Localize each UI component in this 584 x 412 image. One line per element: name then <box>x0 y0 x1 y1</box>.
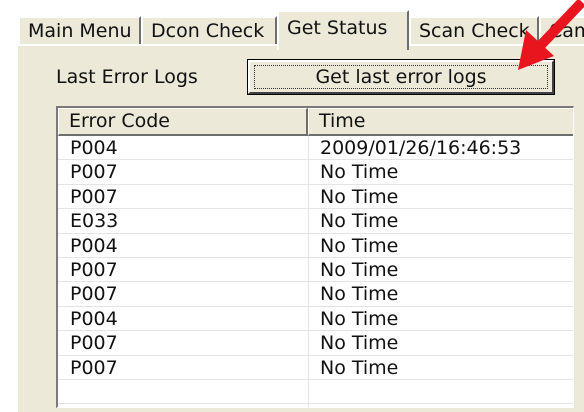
column-header-time[interactable]: Time <box>308 108 573 136</box>
tab-get-status[interactable]: Get Status <box>277 10 409 50</box>
table-row[interactable]: P007 No Time <box>58 258 573 283</box>
red-arrow-icon <box>518 0 584 70</box>
table-row[interactable]: P007 No Time <box>58 356 573 380</box>
time-cell: No Time <box>320 210 399 233</box>
table-row[interactable]: P007 No Time <box>58 331 573 356</box>
time-cell: No Time <box>320 185 399 208</box>
error-code-cell: P007 <box>70 161 118 184</box>
error-code-cell: P007 <box>70 185 118 208</box>
time-cell: No Time <box>320 161 399 184</box>
time-cell: No Time <box>320 332 399 355</box>
table-row[interactable]: P007 No Time <box>58 160 573 185</box>
column-header-error-code[interactable]: Error Code <box>58 108 308 136</box>
time-cell: No Time <box>320 283 399 306</box>
error-code-cell: P007 <box>70 332 118 355</box>
tab-dcon-check[interactable]: Dcon Check <box>141 16 277 46</box>
table-row-empty <box>58 380 573 405</box>
table-row[interactable]: E033 No Time <box>58 209 573 234</box>
table-row[interactable]: P007 No Time <box>58 282 573 307</box>
tab-main-menu[interactable]: Main Menu <box>18 16 141 46</box>
error-code-cell: P004 <box>70 137 118 159</box>
table-row[interactable]: P007 No Time <box>58 185 573 210</box>
error-code-cell: P007 <box>70 258 118 281</box>
time-cell: No Time <box>320 234 399 257</box>
status-window: Main Menu Dcon Check Get Status Scan Che… <box>0 0 584 412</box>
error-code-cell: P007 <box>70 283 118 306</box>
get-status-panel: Last Error Logs Get last error logs Erro… <box>16 44 584 412</box>
table-body: P004 2009/01/26/16:46:53 P007 No Time P007 No… <box>58 136 573 405</box>
time-cell: No Time <box>320 258 399 281</box>
table-row[interactable]: P004 No Time <box>58 234 573 258</box>
error-code-cell: P004 <box>70 234 118 257</box>
time-cell: No Time <box>320 307 399 330</box>
table-row[interactable]: P004 2009/01/26/16:46:53 <box>58 136 573 161</box>
time-cell: 2009/01/26/16:46:53 <box>320 137 522 159</box>
table-header: Error Code Time <box>58 108 573 136</box>
error-code-cell: E033 <box>70 210 119 233</box>
table-row[interactable]: P004 No Time <box>58 307 573 332</box>
error-log-table[interactable]: Error Code Time P004 2009/01/26/16:46:53 P… <box>56 106 574 408</box>
last-error-logs-label: Last Error Logs <box>56 66 198 88</box>
error-code-cell: P004 <box>70 307 118 330</box>
error-code-cell: P007 <box>70 356 118 379</box>
time-cell: No Time <box>320 356 399 379</box>
